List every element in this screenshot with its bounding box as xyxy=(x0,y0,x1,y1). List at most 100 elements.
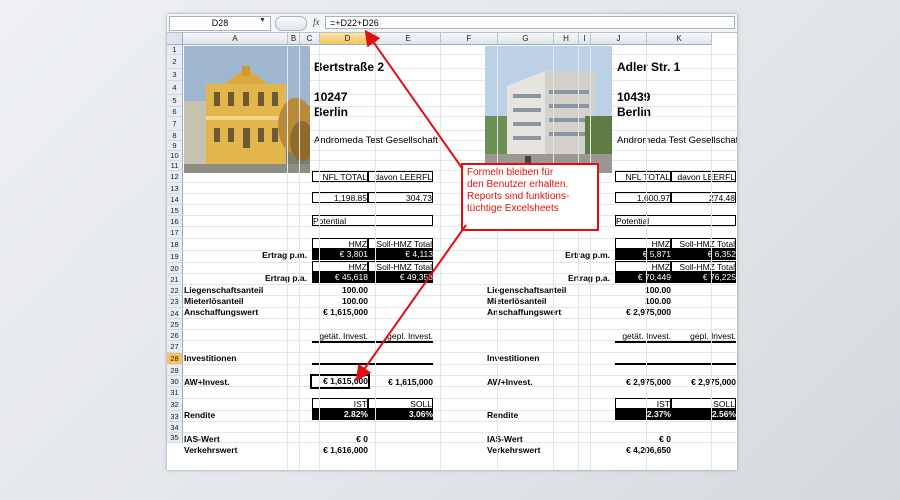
row-header-19[interactable]: 19 xyxy=(167,251,183,263)
row-header-29[interactable]: 29 xyxy=(167,365,183,376)
column-header-c[interactable]: C xyxy=(300,33,320,45)
right-liegenschaft: 100.00 xyxy=(645,285,671,295)
row-header-2[interactable]: 2 xyxy=(167,55,183,69)
row-header-20[interactable]: 20 xyxy=(167,263,183,274)
right-hmz-header: HMZ xyxy=(615,238,671,249)
right-verkehr-label: Verkehrswert xyxy=(487,445,541,455)
row-header-11[interactable]: 11 xyxy=(167,161,183,171)
row-header-6[interactable]: 6 xyxy=(167,107,183,117)
column-header-j[interactable]: J xyxy=(591,33,647,45)
row-header-28[interactable]: 28 xyxy=(167,353,183,365)
gridline-horizontal xyxy=(183,318,737,319)
row-header-3[interactable]: 3 xyxy=(167,69,183,81)
gridline-horizontal xyxy=(183,204,737,205)
row-header-18[interactable]: 18 xyxy=(167,239,183,251)
left-investitionen-label: Investitionen xyxy=(184,353,237,363)
row-header-16[interactable]: 16 xyxy=(167,216,183,227)
column-header-k[interactable]: K xyxy=(647,33,712,45)
formula-bar: D28 ▼ fx =+D22+D26 xyxy=(167,14,737,33)
column-header-g[interactable]: G xyxy=(498,33,554,45)
row-header-5[interactable]: 5 xyxy=(167,95,183,107)
right-aw-label: AW+Invest. xyxy=(487,377,533,387)
left-ertrag-pm-hmz: € 3,801 xyxy=(312,249,368,260)
left-mieterlos: 100.00 xyxy=(342,296,368,306)
fx-icon[interactable]: fx xyxy=(313,17,320,27)
row-header-26[interactable]: 26 xyxy=(167,330,183,341)
left-ertrag-pa-hmz: € 45,618 xyxy=(312,272,368,283)
chevron-down-icon[interactable]: ▼ xyxy=(259,17,266,24)
left-potential: Potential xyxy=(312,215,433,226)
row-header-21[interactable]: 21 xyxy=(167,274,183,285)
right-nfl-total-header: NFL TOTAL xyxy=(615,171,671,182)
left-aw-label: AW+Invest. xyxy=(184,377,230,387)
right-liegenschaft-label: Liegenschaftsanteil xyxy=(487,285,567,295)
left-leerfl: 304.73 xyxy=(368,192,433,203)
right-nfl-total: 1,600.97 xyxy=(615,192,671,203)
row-header-30[interactable]: 30 xyxy=(167,376,183,387)
row-header-17[interactable]: 17 xyxy=(167,227,183,239)
left-aw-ist-selected-cell[interactable]: € 1,615,000 xyxy=(310,374,370,389)
row-header-32[interactable]: 32 xyxy=(167,399,183,411)
left-hmz-header2: HMZ xyxy=(312,261,368,272)
left-mieterlos-label: Mieterlösanteil xyxy=(184,296,244,306)
row-header-7[interactable]: 7 xyxy=(167,117,183,131)
callout-line-1: Formeln bleiben für xyxy=(467,167,554,178)
name-box[interactable]: D28 xyxy=(169,16,271,31)
row-header-9[interactable]: 9 xyxy=(167,141,183,151)
right-soll-hmz-header: Soll-HMZ Total xyxy=(671,238,736,249)
column-header-f[interactable]: F xyxy=(441,33,498,45)
right-getaet-header: getät. Invest. xyxy=(615,331,671,343)
left-soll-hmz-header2: Soll-HMZ Total xyxy=(368,261,433,272)
gridline-vertical xyxy=(440,45,441,470)
spreadsheet-window: D28 ▼ fx =+D22+D26 Bertstraße 2 10247 Be… xyxy=(167,14,737,470)
right-ertrag-pm-hmz: € 5,871 xyxy=(615,249,671,260)
right-ias: € 0 xyxy=(659,434,671,444)
left-ist-header: IST xyxy=(312,398,368,409)
formula-bar-toggle-button[interactable] xyxy=(275,16,307,31)
row-header-27[interactable]: 27 xyxy=(167,341,183,353)
row-header-24[interactable]: 24 xyxy=(167,308,183,319)
right-ertrag-pa-soll: € 76,225 xyxy=(671,272,736,283)
row-header-13[interactable]: 13 xyxy=(167,183,183,194)
row-header-4[interactable]: 4 xyxy=(167,81,183,95)
right-mieterlos: 100.00 xyxy=(645,296,671,306)
left-gepl-header: gepl. Invest. xyxy=(368,331,433,343)
row-header-12[interactable]: 12 xyxy=(167,171,183,183)
row-header-8[interactable]: 8 xyxy=(167,131,183,141)
column-header-a[interactable]: A xyxy=(183,33,288,45)
row-header-1[interactable]: 1 xyxy=(167,45,183,55)
gridline-horizontal xyxy=(183,182,737,183)
left-nfl-total-header: NFL TOTAL xyxy=(312,171,368,182)
select-all-corner[interactable] xyxy=(167,33,183,45)
column-header-h[interactable]: H xyxy=(554,33,579,45)
right-ist-header: IST xyxy=(615,398,671,409)
right-leerfl: 274.48 xyxy=(671,192,736,203)
right-ertrag-pa-label: Ertrag p.a. xyxy=(567,273,610,283)
row-header-22[interactable]: 22 xyxy=(167,285,183,296)
row-header-23[interactable]: 23 xyxy=(167,296,183,308)
left-hmz-header: HMZ xyxy=(312,238,368,249)
row-header-31[interactable]: 31 xyxy=(167,387,183,399)
formula-input[interactable]: =+D22+D26 xyxy=(325,16,735,29)
row-header-35[interactable]: 35 xyxy=(167,433,183,443)
right-rendite-soll: 2.56% xyxy=(671,409,736,420)
row-header-25[interactable]: 25 xyxy=(167,319,183,330)
gridline-horizontal xyxy=(183,421,737,422)
column-header-b[interactable]: B xyxy=(288,33,300,45)
left-company: Andromeda Test Gesellschaft xyxy=(314,136,438,146)
left-liegenschaft-label: Liegenschaftsanteil xyxy=(184,285,264,295)
row-header-14[interactable]: 14 xyxy=(167,194,183,205)
row-header-33[interactable]: 33 xyxy=(167,411,183,422)
callout-line-2: den Benutzer erhalten. xyxy=(467,179,569,190)
left-ias: € 0 xyxy=(356,434,368,444)
column-header-i[interactable]: I xyxy=(579,33,591,45)
column-header-e[interactable]: E xyxy=(376,33,441,45)
column-header-d[interactable]: D xyxy=(320,33,376,45)
row-header-10[interactable]: 10 xyxy=(167,151,183,161)
gridline-horizontal xyxy=(183,226,737,227)
right-soll-header: SOLL xyxy=(671,398,736,409)
row-header-15[interactable]: 15 xyxy=(167,205,183,216)
row-header-34[interactable]: 34 xyxy=(167,422,183,433)
gridline-horizontal xyxy=(183,375,737,376)
right-hmz-header2: HMZ xyxy=(615,261,671,272)
